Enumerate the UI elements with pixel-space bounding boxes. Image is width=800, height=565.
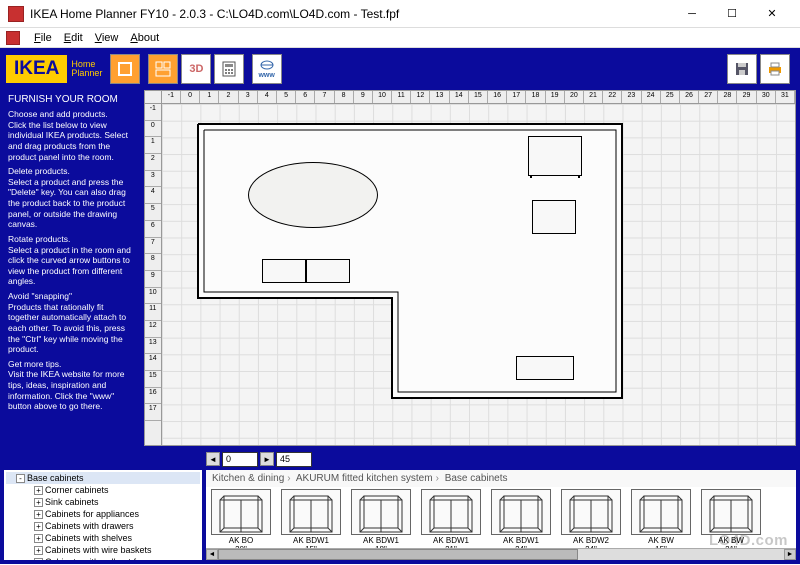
3d-view-button[interactable]: 3D <box>181 54 211 84</box>
catalog-scrollbar[interactable]: ◄ ► <box>206 548 796 560</box>
product-thumb[interactable]: AK BW21" <box>696 487 766 548</box>
thumb-label: AK BDW115" <box>293 537 329 548</box>
scroll-left-button[interactable]: ◄ <box>206 549 218 560</box>
thumb-label: AK BO30" <box>229 537 253 548</box>
scroll-thumb[interactable] <box>218 549 578 560</box>
floppy-icon <box>733 60 751 78</box>
rotate-right-button[interactable]: ► <box>260 452 274 466</box>
breadcrumb[interactable]: Kitchen & dining› AKURUM fitted kitchen … <box>206 470 796 487</box>
close-button[interactable]: ✕ <box>752 1 792 27</box>
toolbar: IKEA HomePlanner 3D www <box>0 48 800 90</box>
plan-icon <box>154 60 172 78</box>
ellipse-table[interactable] <box>248 162 378 228</box>
cabinet-icon <box>491 489 551 535</box>
menu-view[interactable]: View <box>95 32 119 44</box>
product-thumb[interactable]: AK BDW115" <box>276 487 346 548</box>
product-thumb[interactable]: AK BDW124" <box>486 487 556 548</box>
help-heading: FURNISH YOUR ROOM <box>8 94 136 105</box>
product-thumb[interactable]: AK BO30" <box>206 487 276 548</box>
tree-item[interactable]: +Cabinets with pull-out func <box>6 556 200 560</box>
calculator-button[interactable] <box>214 54 244 84</box>
cabinet-1[interactable] <box>528 136 582 176</box>
tree-item[interactable]: +Cabinets with shelves <box>6 532 200 544</box>
cabinet-2[interactable] <box>532 200 576 234</box>
thumb-label: AK BDW124" <box>503 537 539 548</box>
print-button[interactable] <box>760 54 790 84</box>
cabinet-icon <box>421 489 481 535</box>
menu-about[interactable]: About <box>130 32 159 44</box>
product-thumb[interactable]: AK BDW121" <box>416 487 486 548</box>
globe-icon <box>258 60 276 70</box>
help-panel: FURNISH YOUR ROOM Choose and add product… <box>4 90 140 446</box>
cabinet-3[interactable] <box>262 259 306 283</box>
cabinet-4[interactable] <box>306 259 350 283</box>
cabinet-icon <box>561 489 621 535</box>
canvas-area: -101234567891011121314151617181920212223… <box>144 90 796 446</box>
room-icon <box>116 60 134 78</box>
tree-item[interactable]: +Cabinets for appliances <box>6 508 200 520</box>
product-thumb[interactable]: AK BDW224" <box>556 487 626 548</box>
product-thumb[interactable]: AK BW15" <box>626 487 696 548</box>
tree-item[interactable]: +Cabinets with wire baskets <box>6 544 200 556</box>
minimize-button[interactable]: ─ <box>672 1 712 27</box>
app-menu-icon <box>6 31 20 45</box>
tree-item[interactable]: +Cabinets with drawers <box>6 520 200 532</box>
cabinet-5[interactable] <box>516 356 574 380</box>
scroll-right-button[interactable]: ► <box>784 549 796 560</box>
logo-subtitle: HomePlanner <box>71 60 102 78</box>
app-icon <box>8 6 24 22</box>
cabinet-icon <box>211 489 271 535</box>
window-titlebar: IKEA Home Planner FY10 - 2.0.3 - C:\LO4D… <box>0 0 800 28</box>
thumb-label: AK BDW121" <box>433 537 469 548</box>
rotate-left-button[interactable]: ◄ <box>206 452 220 466</box>
thumb-label: AK BW15" <box>648 537 674 548</box>
plan-view-button[interactable] <box>148 54 178 84</box>
thumb-label: AK BW21" <box>718 537 744 548</box>
cabinet-icon <box>281 489 341 535</box>
room-tool-button[interactable] <box>110 54 140 84</box>
printer-icon <box>766 60 784 78</box>
vertical-ruler: -101234567891011121314151617 <box>144 104 162 446</box>
horizontal-ruler: -101234567891011121314151617181920212223… <box>162 90 796 104</box>
maximize-button[interactable]: ☐ <box>712 1 752 27</box>
window-title: IKEA Home Planner FY10 - 2.0.3 - C:\LO4D… <box>30 7 672 21</box>
drawing-canvas[interactable] <box>162 104 796 446</box>
calculator-icon <box>220 60 238 78</box>
cabinet-icon <box>631 489 691 535</box>
cabinet-icon <box>351 489 411 535</box>
product-catalog: Kitchen & dining› AKURUM fitted kitchen … <box>206 470 796 560</box>
menubar: File Edit View About <box>0 28 800 48</box>
coord-x[interactable]: 0 <box>222 452 258 467</box>
www-button[interactable]: www <box>252 54 282 84</box>
ikea-logo: IKEA <box>6 55 67 83</box>
coord-y[interactable]: 45 <box>276 452 312 467</box>
product-thumb[interactable]: AK BDW118" <box>346 487 416 548</box>
save-button[interactable] <box>727 54 757 84</box>
menu-edit[interactable]: Edit <box>64 32 83 44</box>
tree-item[interactable]: +Sink cabinets <box>6 496 200 508</box>
thumb-label: AK BDW118" <box>363 537 399 548</box>
thumb-label: AK BDW224" <box>573 537 609 548</box>
menu-file[interactable]: File <box>34 32 52 44</box>
category-tree[interactable]: -Base cabinets +Corner cabinets+Sink cab… <box>4 470 202 560</box>
tree-item[interactable]: +Corner cabinets <box>6 484 200 496</box>
coordinate-bar: ◄ 0 ► 45 <box>0 450 800 468</box>
tree-root[interactable]: -Base cabinets <box>6 472 200 484</box>
ruler-corner <box>144 90 162 104</box>
cabinet-icon <box>701 489 761 535</box>
